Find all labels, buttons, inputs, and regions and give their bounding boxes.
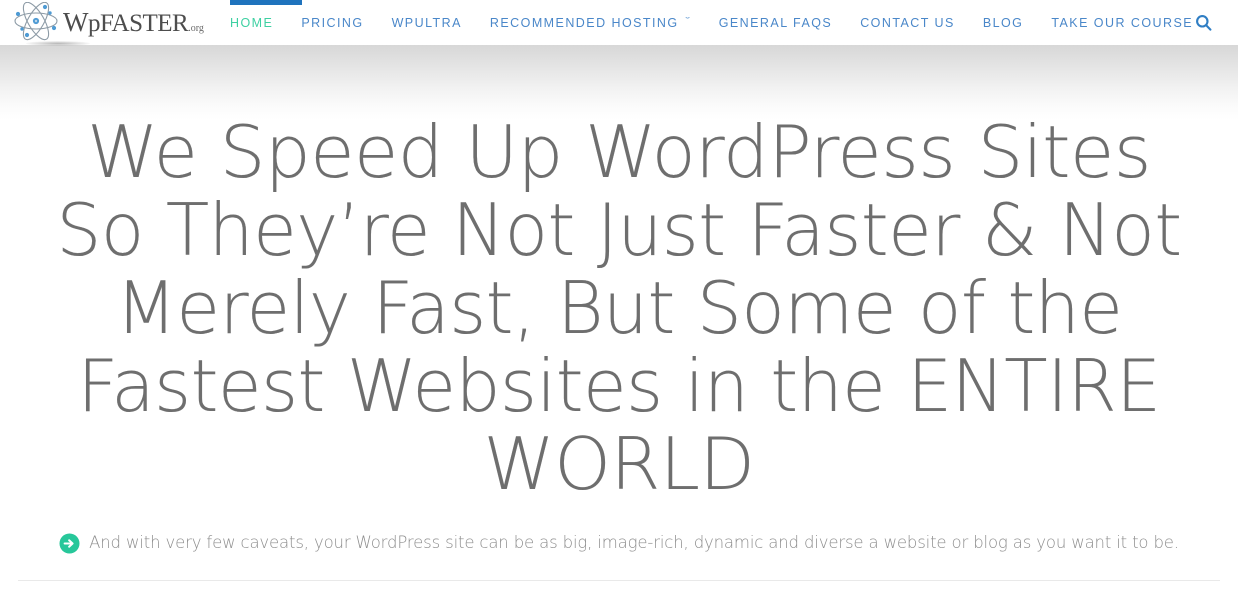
nav-item-take-our-course[interactable]: TAKE OUR COURSE: [1051, 0, 1193, 45]
page-title-line: So They’re Not Just Faster & Not: [56, 188, 1182, 272]
arrow-circle-right-icon: [59, 533, 80, 553]
main-navigation: HOME PRICING WPULTRA RECOMMENDED HOSTING…: [230, 0, 1193, 45]
nav-item-label: CONTACT US: [860, 15, 955, 30]
page-title-line: Fastest Websites in the ENTIRE: [77, 344, 1161, 428]
nav-item-general-faqs[interactable]: GENERAL FAQS: [719, 0, 833, 45]
logo-word-main: W: [63, 6, 88, 37]
hero-top-gradient: [0, 45, 1238, 120]
search-button[interactable]: [1195, 0, 1212, 45]
hero-section: We Speed Up WordPress Sites So They’re N…: [0, 45, 1238, 589]
header-inner: WpFASTER.org HOME PRICING WPULTRA RECOMM…: [0, 0, 1238, 46]
nav-item-blog[interactable]: BLOG: [983, 0, 1024, 45]
hero-subtitle-text: And with very few caveats, your WordPres…: [89, 533, 1179, 552]
logo-word-rest: pFASTER: [87, 9, 189, 37]
nav-item-label: PRICING: [301, 15, 364, 30]
nav-item-home[interactable]: HOME: [230, 0, 302, 45]
page-title-line: WORLD: [483, 422, 755, 506]
nav-item-wpultra[interactable]: WPULTRA: [392, 0, 462, 45]
logo-shadow: [26, 41, 90, 46]
active-tab-indicator: [230, 0, 302, 5]
nav-item-label: TAKE OUR COURSE: [1051, 15, 1194, 30]
site-logo[interactable]: WpFASTER.org: [10, 1, 204, 46]
nav-item-label: GENERAL FAQS: [718, 15, 833, 30]
page-title-line: We Speed Up WordPress Sites: [87, 110, 1151, 194]
nav-item-label: RECOMMENDED HOSTING: [489, 15, 679, 30]
logo-word-suffix: .org: [188, 22, 204, 34]
nav-item-pricing[interactable]: PRICING: [301, 0, 363, 45]
hero-divider: [18, 580, 1220, 581]
page-title: We Speed Up WordPress Sites So They’re N…: [0, 113, 1238, 503]
hero-subtitle: And with very few caveats, your WordPres…: [0, 532, 1238, 554]
logo-wordmark: WpFASTER.org: [63, 6, 204, 37]
site-header: WpFASTER.org HOME PRICING WPULTRA RECOMM…: [0, 0, 1238, 46]
page-title-line: Merely Fast, But Some of the: [115, 266, 1123, 350]
atom-icon: [14, 2, 58, 41]
nav-item-recommended-hosting[interactable]: RECOMMENDED HOSTING ˇ: [490, 0, 691, 45]
nav-item-label: WPULTRA: [391, 15, 462, 30]
nav-item-contact-us[interactable]: CONTACT US: [860, 0, 955, 45]
search-icon: [1196, 15, 1212, 31]
chevron-down-icon: ˇ: [684, 16, 692, 28]
nav-item-label: BLOG: [982, 15, 1024, 30]
nav-item-label: HOME: [230, 15, 274, 30]
